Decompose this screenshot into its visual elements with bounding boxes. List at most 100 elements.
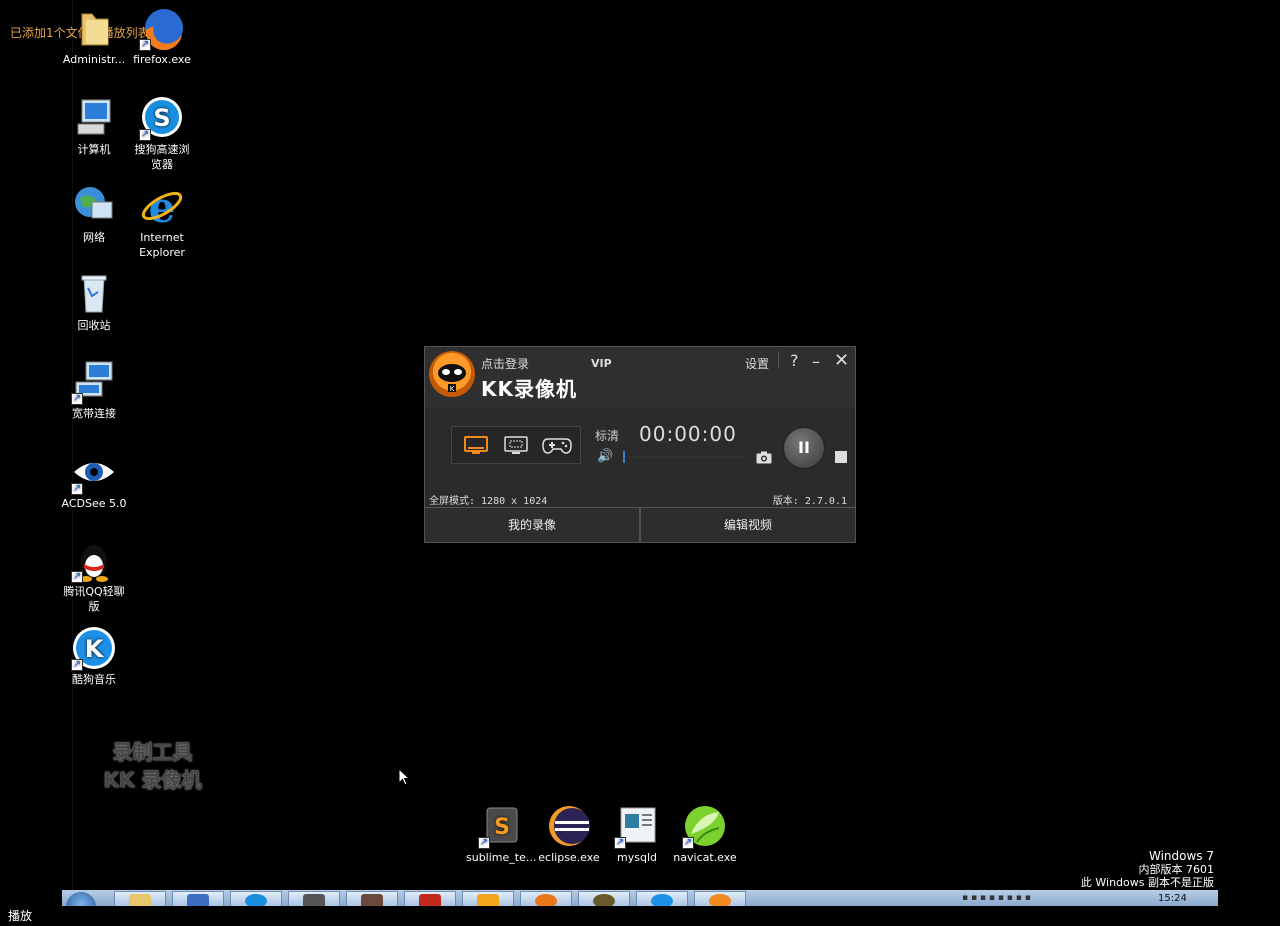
shortcut-arrow-icon: ↗ bbox=[139, 129, 151, 141]
shortcut-arrow-icon: ↗ bbox=[71, 659, 83, 671]
taskbar-app7[interactable] bbox=[462, 891, 514, 906]
volume-icon[interactable]: 🔊 bbox=[597, 449, 613, 464]
stop-button[interactable] bbox=[835, 451, 847, 463]
taskbar-word[interactable] bbox=[172, 891, 224, 906]
my-recordings-button[interactable]: 我的录像 bbox=[425, 508, 639, 542]
desktop-icon-kugou[interactable]: K ↗ 酷狗音乐 bbox=[59, 626, 129, 687]
eclipse-icon bbox=[547, 804, 591, 848]
desktop-icon-label: eclipse.exe bbox=[538, 851, 600, 864]
navicat-icon: ↗ bbox=[682, 804, 727, 849]
region-mode-icon[interactable] bbox=[504, 435, 530, 459]
kk-brand-title: KK录像机 bbox=[481, 377, 577, 401]
svg-text:S: S bbox=[153, 104, 170, 132]
desktop-icon-broadband[interactable]: ↗ 宽带连接 bbox=[59, 360, 129, 421]
shortcut-arrow-icon: ↗ bbox=[139, 39, 151, 51]
desktop-icon-administrator[interactable]: Administr... bbox=[59, 6, 129, 67]
desktop-icon-mysqld[interactable]: ↗ mysqld bbox=[602, 804, 672, 865]
edit-video-button[interactable]: 编辑视频 bbox=[639, 508, 855, 542]
taskbar-clock[interactable]: 15:24 bbox=[1158, 893, 1187, 904]
taskbar-firefox[interactable] bbox=[520, 891, 572, 906]
help-button[interactable]: ? bbox=[790, 351, 799, 370]
recycle-bin-icon bbox=[72, 272, 116, 316]
vip-badge[interactable]: VIP bbox=[591, 357, 612, 370]
fullscreen-mode-info: 全屏模式: 1280 x 1024 bbox=[429, 496, 548, 507]
desktop-icon-computer[interactable]: 计算机 bbox=[59, 96, 129, 157]
player-status-label: 播放 bbox=[8, 909, 33, 923]
taskbar-app9[interactable] bbox=[578, 891, 630, 906]
taskbar-explorer[interactable] bbox=[114, 891, 166, 906]
taskbar-kk-recorder[interactable] bbox=[694, 891, 746, 906]
taskbar-sogou[interactable] bbox=[230, 891, 282, 906]
broadband-icon: ↗ bbox=[71, 360, 116, 405]
desktop-icon-label: 腾讯QQ轻聊版 bbox=[63, 585, 125, 613]
desktop-icon-label: 网络 bbox=[83, 231, 105, 244]
desktop-icon-sublime[interactable]: S ↗ sublime_te... bbox=[466, 804, 536, 865]
mysqld-icon: ↗ bbox=[614, 804, 659, 849]
desktop-icon-label: ACDSee 5.0 bbox=[61, 497, 127, 510]
desktop-icon-navicat[interactable]: ↗ navicat.exe bbox=[670, 804, 740, 865]
desktop-icon-label: navicat.exe bbox=[673, 851, 737, 864]
kk-watermark: 录制工具 KK 录像机 bbox=[90, 738, 215, 794]
login-link[interactable]: 点击登录 bbox=[481, 355, 529, 372]
screenshot-camera-icon[interactable] bbox=[756, 451, 772, 468]
desktop-icon-sogou-browser[interactable]: S ↗ 搜狗高速浏览器 bbox=[127, 96, 197, 172]
watermark-line2: KK 录像机 bbox=[103, 768, 202, 792]
close-button[interactable]: ✕ bbox=[834, 350, 849, 371]
desktop-icon-label: mysqld bbox=[617, 851, 657, 864]
shortcut-arrow-icon: ↗ bbox=[71, 483, 83, 495]
svg-text:S: S bbox=[494, 815, 510, 840]
record-mode-group bbox=[451, 426, 581, 464]
svg-text:K: K bbox=[450, 385, 455, 393]
watermark-line1: 录制工具 bbox=[112, 740, 193, 764]
taskbar-app5[interactable] bbox=[346, 891, 398, 906]
minimize-button[interactable]: – bbox=[812, 352, 820, 371]
system-tray[interactable]: ▪ ▪ ▪ ▪ ▪ ▪ ▪ ▪ bbox=[962, 893, 1031, 903]
desktop-icon-label: firefox.exe bbox=[133, 53, 191, 66]
version-info: 版本: 2.7.0.1 bbox=[772, 496, 847, 507]
pause-button[interactable]: II bbox=[783, 427, 825, 469]
taskbar-kugou[interactable] bbox=[636, 891, 688, 906]
desktop-icon-label: sublime_te... bbox=[466, 851, 537, 864]
windows-build: 内部版本 7601 bbox=[1138, 863, 1215, 876]
desktop-icon-acdsee[interactable]: ↗ ACDSee 5.0 bbox=[59, 450, 129, 511]
acdsee-icon: ↗ bbox=[71, 450, 116, 495]
fullscreen-mode-icon[interactable] bbox=[464, 435, 490, 459]
shortcut-arrow-icon: ↗ bbox=[71, 571, 83, 583]
record-timer: 00:00:00 bbox=[639, 422, 737, 446]
desktop-icon-recycle-bin[interactable]: 回收站 bbox=[59, 272, 129, 333]
desktop-icon-firefox[interactable]: ↗ firefox.exe bbox=[127, 6, 197, 67]
desktop-icon-internet-explorer[interactable]: e Internet Explorer bbox=[127, 183, 197, 260]
desktop-icon-label: 计算机 bbox=[77, 143, 111, 156]
quality-selector[interactable]: 标清 bbox=[595, 427, 619, 444]
kk-bottom-buttons: 我的录像 编辑视频 bbox=[425, 507, 855, 542]
settings-button[interactable]: 设置 bbox=[745, 355, 769, 372]
desktop-icon-label: 搜狗高速浏览器 bbox=[134, 143, 190, 171]
game-mode-icon[interactable] bbox=[542, 435, 572, 459]
volume-level-indicator bbox=[623, 451, 625, 463]
kk-recorder-window[interactable]: K 点击登录 VIP KK录像机 设置 ? – ✕ 标清 00:00:00 🔊 … bbox=[424, 346, 856, 543]
shortcut-arrow-icon: ↗ bbox=[478, 837, 490, 849]
taskbar: ▪ ▪ ▪ ▪ ▪ ▪ ▪ ▪ 15:24 bbox=[62, 890, 1218, 906]
windows-version: Windows 7 bbox=[1148, 849, 1214, 863]
qq-icon: ↗ bbox=[71, 538, 116, 583]
desktop-icon-qq[interactable]: ↗ 腾讯QQ轻聊版 bbox=[59, 538, 129, 614]
computer-icon bbox=[72, 96, 116, 140]
kk-logo-icon: K bbox=[429, 351, 475, 397]
desktop-icon-label: 回收站 bbox=[77, 319, 111, 332]
svg-text:K: K bbox=[85, 635, 105, 663]
firefox-icon: ↗ bbox=[139, 6, 184, 51]
desktop-icon-label: Internet Explorer bbox=[139, 231, 185, 259]
shortcut-arrow-icon: ↗ bbox=[71, 393, 83, 405]
start-button[interactable] bbox=[66, 892, 96, 906]
taskbar-sublime[interactable] bbox=[288, 891, 340, 906]
sublime-icon: S ↗ bbox=[478, 804, 523, 849]
windows-genuine-warning: 此 Windows 副本不是正版 bbox=[1080, 876, 1214, 889]
desktop-icon-eclipse[interactable]: eclipse.exe bbox=[534, 804, 604, 865]
sogou-browser-icon: S ↗ bbox=[139, 96, 184, 141]
desktop-icon-label: Administr... bbox=[62, 53, 126, 66]
taskbar-app6[interactable] bbox=[404, 891, 456, 906]
desktop-icon-network[interactable]: 网络 bbox=[59, 184, 129, 245]
volume-level-track bbox=[629, 456, 745, 458]
shortcut-arrow-icon: ↗ bbox=[614, 837, 626, 849]
desktop-icon-label: 宽带连接 bbox=[72, 407, 116, 420]
